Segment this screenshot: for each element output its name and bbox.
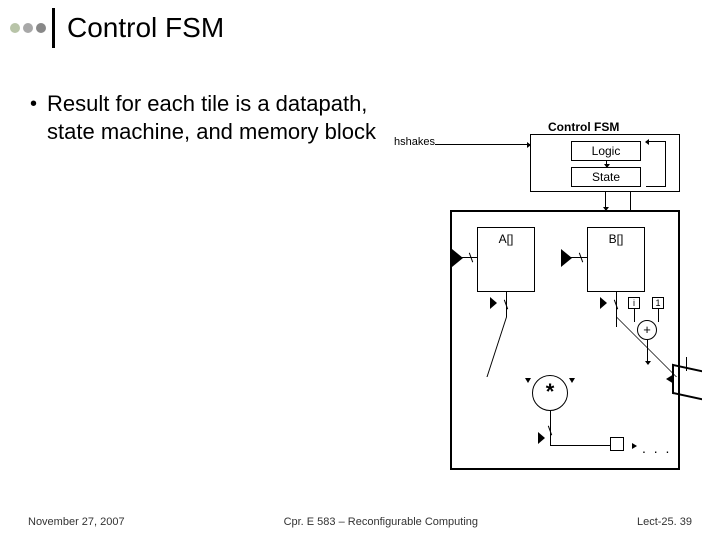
feedback-arrow-icon: [646, 141, 666, 187]
enable-mul-icon: [538, 432, 545, 444]
slide-header: Control FSM: [10, 8, 224, 48]
fsm-label: Control FSM: [548, 120, 619, 134]
output-shape-icon: [672, 364, 702, 400]
adder-icon: +: [637, 320, 657, 340]
enable-b-icon: [600, 297, 607, 309]
memory-b: B[]: [587, 227, 645, 292]
slide-footer: November 27, 2007 Cpr. E 583 – Reconfigu…: [0, 516, 720, 528]
slide-title: Control FSM: [67, 12, 224, 44]
datapath-box: A[] B[] i 1 + * . . .: [450, 210, 680, 470]
wire: [550, 411, 551, 445]
arrow-down-icon: [630, 192, 631, 210]
i-register: i: [628, 297, 640, 309]
handshake-arrow-icon: [435, 144, 530, 145]
decor-vbar: [52, 8, 55, 48]
decor-dot: [23, 23, 33, 33]
const-one: 1: [652, 297, 664, 309]
arrow-left-icon: [666, 374, 674, 384]
bullet-text: Result for each tile is a datapath, stat…: [47, 90, 390, 146]
addr-b-driver-icon: [571, 257, 587, 258]
footer-date: November 27, 2007: [28, 516, 125, 528]
handshake-label: hshakes: [394, 136, 435, 148]
result-register: [610, 437, 624, 451]
arrow-icon: [606, 161, 607, 167]
arrow-down-icon: [605, 192, 606, 210]
wire: [487, 317, 507, 377]
footer-page: Lect-25. 39: [637, 516, 692, 528]
wire: [658, 309, 659, 322]
bullet-block: • Result for each tile is a datapath, st…: [30, 90, 390, 146]
state-box: State: [571, 167, 641, 187]
arrow-down-icon: [647, 340, 648, 364]
logic-box: Logic: [571, 141, 641, 161]
fsm-container: Logic State: [530, 134, 680, 192]
enable-a-icon: [490, 297, 497, 309]
wire: [634, 309, 635, 322]
decor-dots: [10, 23, 46, 33]
decor-dot: [10, 23, 20, 33]
wire: [686, 357, 687, 371]
bullet-marker: •: [30, 92, 37, 116]
memory-a: A[]: [477, 227, 535, 292]
footer-course: Cpr. E 583 – Reconfigurable Computing: [284, 516, 478, 528]
wire: [550, 445, 610, 446]
decor-dot: [36, 23, 46, 33]
multiplier-icon: *: [532, 375, 568, 411]
fsm-diagram: Control FSM Logic State hshakes A[] B[] …: [400, 120, 700, 490]
ellipsis-icon: . . .: [642, 440, 671, 456]
